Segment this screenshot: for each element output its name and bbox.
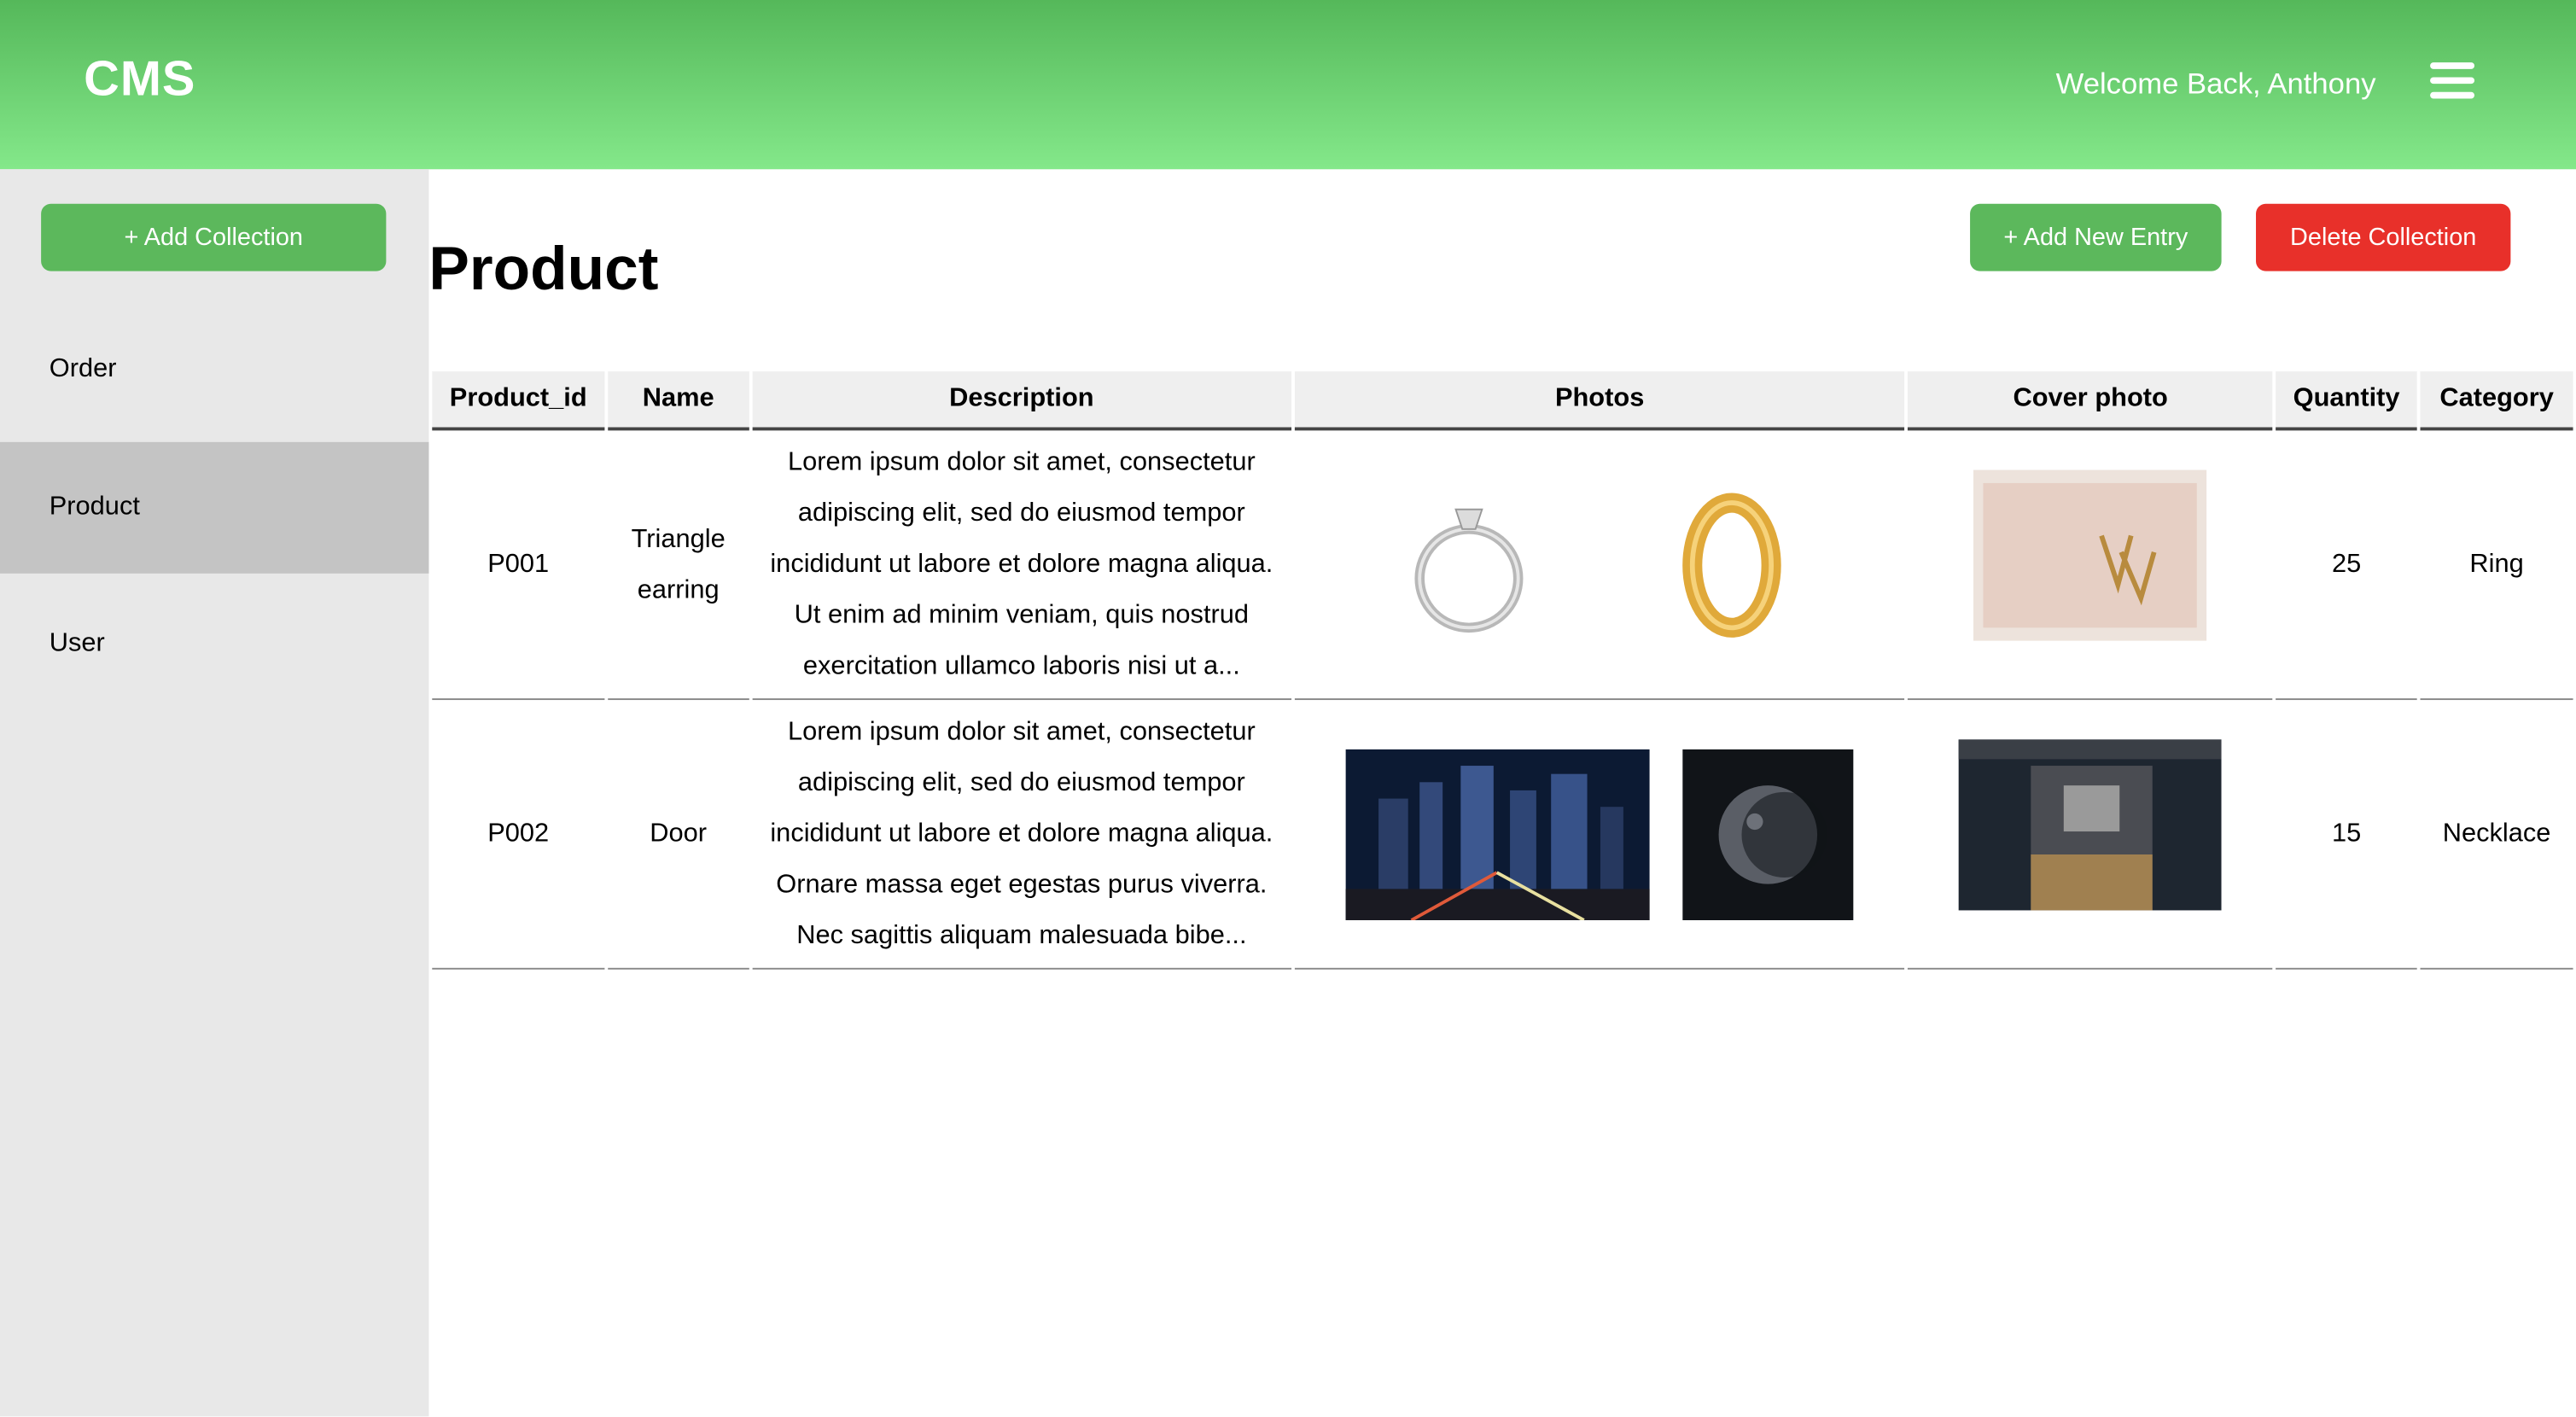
desk-screenshot-photo[interactable] <box>1959 739 2223 911</box>
hamburger-menu-icon[interactable] <box>2430 62 2475 99</box>
cell-name: Door <box>608 700 749 970</box>
cell-description: Lorem ipsum dolor sit amet, consectetur … <box>752 430 1291 701</box>
column-header-product-id[interactable]: Product_id <box>432 371 605 431</box>
cell-name: Triangle earring <box>608 430 749 701</box>
night-city-skyline-photo[interactable] <box>1345 748 1650 920</box>
moon-photo[interactable] <box>1682 748 1854 920</box>
column-header-photos[interactable]: Photos <box>1294 371 1905 431</box>
page-title: Product <box>428 235 659 303</box>
add-collection-button[interactable]: + Add Collection <box>41 203 387 271</box>
sidebar-item-order[interactable]: Order <box>0 304 428 435</box>
column-header-quantity[interactable]: Quantity <box>2276 371 2417 431</box>
sidebar: + Add Collection Order Product User <box>0 169 429 1417</box>
column-header-category[interactable]: Category <box>2420 371 2573 431</box>
cell-category: Ring <box>2420 430 2573 701</box>
column-header-description[interactable]: Description <box>752 371 1291 431</box>
add-new-entry-button[interactable]: + Add New Entry <box>1970 203 2222 271</box>
main-content: Product + Add New Entry Delete Collectio… <box>428 169 2576 1416</box>
silver-diamond-ring-photo[interactable] <box>1353 479 1583 650</box>
table-header-row: Product_id Name Description Photos Cover… <box>432 371 2573 431</box>
brand-logo[interactable]: CMS <box>84 53 195 108</box>
cell-photos <box>1294 430 1905 701</box>
sidebar-item-product[interactable]: Product <box>0 441 429 574</box>
column-header-cover-photo[interactable]: Cover photo <box>1908 371 2273 431</box>
welcome-message: Welcome Back, Anthony <box>2055 67 2376 101</box>
cell-quantity: 15 <box>2276 700 2417 970</box>
cell-product-id: P001 <box>432 430 605 701</box>
cell-description: Lorem ipsum dolor sit amet, consectetur … <box>752 700 1291 970</box>
product-table: Product_id Name Description Photos Cover… <box>428 371 2576 970</box>
delete-collection-button[interactable]: Delete Collection <box>2256 203 2511 271</box>
gold-band-ring-photo[interactable] <box>1616 479 1846 650</box>
cell-category: Necklace <box>2420 700 2573 970</box>
cell-product-id: P002 <box>432 700 605 970</box>
table-row[interactable]: P002 Door Lorem ipsum dolor sit amet, co… <box>432 700 2573 970</box>
cell-photos <box>1294 700 1905 970</box>
top-header: CMS Welcome Back, Anthony <box>0 0 2576 170</box>
gold-earring-on-card-photo[interactable] <box>1973 469 2207 641</box>
cell-cover-photo <box>1908 700 2273 970</box>
column-header-name[interactable]: Name <box>608 371 749 431</box>
table-row[interactable]: P001 Triangle earring Lorem ipsum dolor … <box>432 430 2573 701</box>
cell-cover-photo <box>1908 430 2273 701</box>
cell-quantity: 25 <box>2276 430 2417 701</box>
sidebar-item-user[interactable]: User <box>0 579 428 710</box>
